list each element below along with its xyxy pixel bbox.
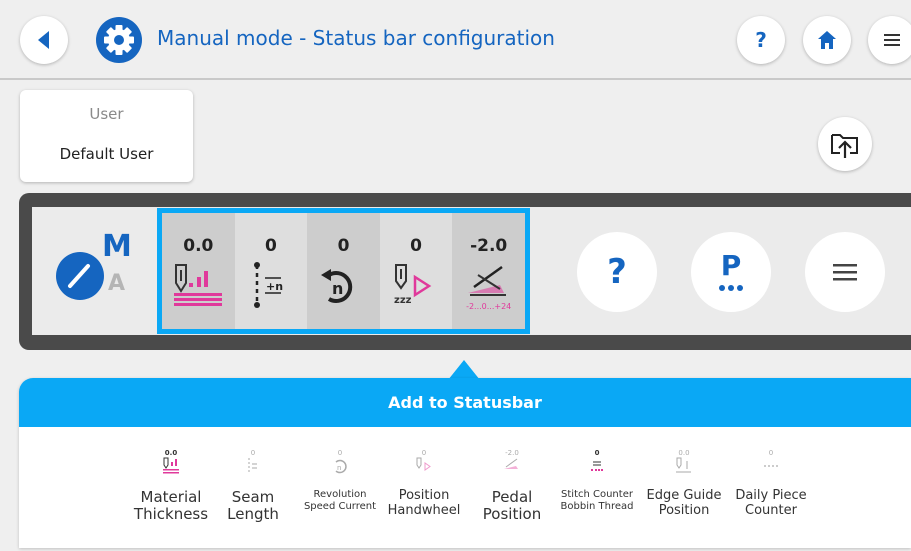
mode-manual-letter: M bbox=[102, 229, 132, 264]
chevron-left-icon bbox=[38, 31, 49, 49]
item-label: Seam bbox=[231, 488, 275, 506]
seam-length-icon: +n bbox=[253, 262, 283, 308]
item-label: Position bbox=[482, 505, 542, 524]
item-value: 0 bbox=[421, 449, 427, 457]
add-item-daily-piece-counter[interactable]: 0 Daily Piece Counter bbox=[731, 449, 811, 519]
user-label: User bbox=[89, 105, 124, 123]
home-icon bbox=[818, 31, 836, 49]
material-thickness-icon bbox=[163, 457, 179, 474]
statusbar-cell-pedal-position[interactable]: -2.0 -2...0...+24 bbox=[452, 213, 525, 329]
back-button[interactable] bbox=[20, 16, 68, 64]
daily-piece-counter-icon bbox=[764, 465, 778, 467]
export-button[interactable] bbox=[818, 117, 872, 171]
user-selector[interactable]: User Default User bbox=[20, 90, 193, 182]
item-label: Counter bbox=[745, 502, 797, 518]
top-bar: Manual mode - Status bar configuration ? bbox=[0, 0, 911, 80]
item-value: 0.0 bbox=[164, 449, 178, 457]
mode-auto-letter: A bbox=[108, 271, 126, 296]
item-label: Bobbin Thread bbox=[560, 500, 634, 512]
item-value: 0 bbox=[337, 449, 343, 457]
cell-value: -2.0 bbox=[470, 236, 508, 256]
add-item-pedal-position[interactable]: -2.0 Pedal Position bbox=[472, 449, 552, 524]
add-item-material-thickness[interactable]: 0.0 Material Thickness bbox=[131, 449, 211, 524]
svg-text:n: n bbox=[332, 279, 343, 298]
statusbar-cell-position-handwheel[interactable]: 0 zzz bbox=[379, 213, 453, 329]
item-label: Length bbox=[227, 505, 279, 524]
menu-icon bbox=[884, 34, 900, 46]
stitch-counter-icon bbox=[591, 461, 603, 471]
statusbar-cell-material-thickness[interactable]: 0.0 bbox=[162, 213, 235, 329]
folder-upload-icon bbox=[831, 134, 858, 158]
item-label: Edge Guide bbox=[646, 488, 722, 503]
help-button[interactable]: ? bbox=[737, 16, 785, 64]
svg-text:n: n bbox=[337, 464, 341, 472]
add-item-position-handwheel[interactable]: 0 Position Handwheel bbox=[384, 449, 464, 519]
add-item-revolution-speed[interactable]: 0 n Revolution Speed Current bbox=[300, 449, 380, 512]
help-icon: ? bbox=[607, 252, 627, 292]
position-handwheel-icon: zzz bbox=[394, 264, 432, 306]
statusbar-help-button[interactable]: ? bbox=[577, 232, 657, 312]
help-icon: ? bbox=[755, 28, 767, 52]
statusbar-cell-revolution-speed[interactable]: 0 n bbox=[307, 213, 380, 329]
statusbar-selection: 0.0 0 +n 0 n 0 zzz -2.0 -2...0...+24 bbox=[157, 208, 530, 334]
statusbar-menu-button[interactable] bbox=[805, 232, 885, 312]
item-value: 0.0 bbox=[678, 449, 690, 457]
program-icon: P bbox=[720, 249, 742, 282]
page-title: Manual mode - Status bar configuration bbox=[157, 26, 555, 50]
item-value: 0 bbox=[250, 449, 256, 457]
item-value: 0 bbox=[768, 449, 774, 457]
pedal-position-icon bbox=[504, 458, 518, 469]
svg-text:+n: +n bbox=[266, 280, 283, 293]
cell-value: 0.0 bbox=[183, 236, 214, 256]
position-handwheel-icon bbox=[416, 457, 431, 471]
revolution-speed-icon: n bbox=[321, 269, 353, 303]
item-value: 0 bbox=[594, 449, 600, 457]
item-label: Speed Current bbox=[303, 500, 377, 512]
item-label: Revolution bbox=[313, 489, 367, 500]
statusbar-cell-seam-length[interactable]: 0 +n bbox=[234, 213, 308, 329]
pedal-scale-label: -2...0...+24 bbox=[466, 302, 512, 311]
menu-icon bbox=[833, 264, 857, 281]
item-label: Daily Piece bbox=[735, 488, 807, 503]
item-label: Position bbox=[398, 488, 450, 503]
item-label: Pedal bbox=[491, 488, 533, 506]
home-button[interactable] bbox=[803, 16, 851, 64]
item-label: Thickness bbox=[133, 505, 209, 524]
cell-value: 0 bbox=[337, 236, 350, 256]
mode-indicator[interactable]: M A bbox=[54, 229, 138, 313]
edge-guide-icon bbox=[676, 457, 691, 473]
item-label: Stitch Counter bbox=[561, 489, 633, 500]
settings-gear-icon bbox=[95, 16, 143, 64]
cell-value: 0 bbox=[264, 236, 277, 256]
item-label: Material bbox=[140, 488, 202, 506]
item-value: -2.0 bbox=[505, 449, 519, 457]
program-button[interactable]: P bbox=[691, 232, 771, 312]
panel-pointer bbox=[448, 360, 480, 380]
material-thickness-icon bbox=[174, 264, 222, 306]
cell-value: 0 bbox=[410, 236, 422, 256]
panel-title: Add to Statusbar bbox=[19, 378, 911, 427]
menu-button[interactable] bbox=[868, 16, 911, 64]
item-label: Handwheel bbox=[387, 502, 461, 518]
ellipsis-icon bbox=[719, 285, 743, 291]
user-value: Default User bbox=[59, 145, 154, 163]
revolution-speed-icon: n bbox=[335, 459, 347, 474]
svg-text:zzz: zzz bbox=[394, 295, 412, 306]
add-item-edge-guide-position[interactable]: 0.0 Edge Guide Position bbox=[644, 449, 724, 519]
add-item-stitch-counter[interactable]: 0 Stitch Counter Bobbin Thread bbox=[557, 449, 637, 512]
seam-length-icon bbox=[248, 458, 257, 474]
add-item-seam-length[interactable]: 0 Seam Length bbox=[213, 449, 293, 524]
item-label: Position bbox=[658, 502, 710, 518]
